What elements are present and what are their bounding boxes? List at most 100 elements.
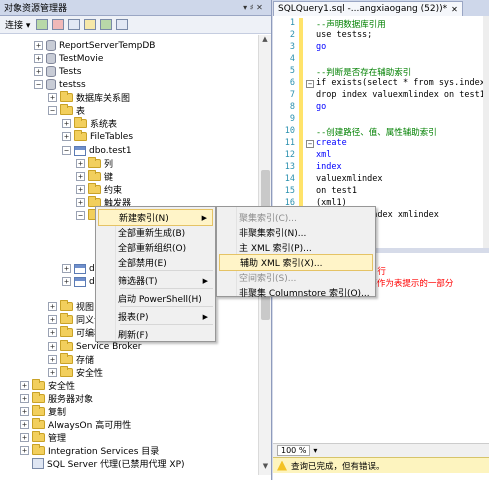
tree-item[interactable]: + 服务器对象 (20, 392, 93, 405)
code-line[interactable]: index (316, 162, 342, 172)
expand-icon[interactable]: + (20, 420, 29, 429)
tree-item[interactable]: + 系统表 (62, 117, 117, 130)
expand-icon[interactable]: + (48, 93, 57, 102)
expand-icon[interactable]: + (62, 277, 71, 286)
menu-item-label: 主 XML 索引(P)... (239, 244, 312, 254)
code-line[interactable]: xml (316, 150, 331, 160)
submenu-arrow-icon: ▶ (202, 312, 208, 321)
code-line[interactable]: --判断是否存在辅助索引 (316, 66, 411, 78)
tree-item[interactable]: + FileTables (62, 130, 133, 143)
menu-item[interactable]: 全部禁用(E) (98, 254, 213, 271)
expand-icon[interactable]: + (48, 355, 57, 364)
object-explorer-titlebar: 对象资源管理器 ▾ ♯ ✕ (0, 0, 271, 16)
collapse-icon[interactable]: − (34, 80, 43, 89)
code-line[interactable]: valuexmlindex (316, 174, 383, 184)
code-line[interactable]: go (316, 102, 326, 112)
tree-item[interactable]: + 键 (76, 170, 113, 183)
menu-item[interactable]: 非聚集 Columnstore 索引(O)... (219, 284, 373, 301)
tree-item[interactable]: + 复制 (20, 405, 66, 418)
menu-item-label: 刷新(F) (118, 331, 149, 341)
disconnect-icon[interactable] (52, 19, 65, 30)
expand-icon[interactable]: + (20, 407, 29, 416)
tree-item[interactable]: + 存储 (48, 353, 94, 366)
code-line[interactable]: if exists(select * from sys.indexes (316, 78, 483, 88)
expand-icon[interactable]: + (62, 119, 71, 128)
collapse-icon[interactable]: − (48, 106, 57, 115)
expand-icon[interactable]: + (34, 41, 43, 50)
folder-icon (32, 431, 45, 442)
code-line[interactable]: on test1 (316, 186, 357, 196)
expand-icon[interactable]: + (62, 264, 71, 273)
tree-item[interactable]: + 列 (76, 157, 113, 170)
tree-item[interactable]: + AlwaysOn 高可用性 (20, 418, 131, 431)
menu-item[interactable]: 筛选器(T) ▶ (98, 272, 213, 289)
code-line[interactable]: --创建路径、值、属性辅助索引 (316, 126, 437, 138)
expand-icon[interactable]: + (48, 302, 57, 311)
expand-icon[interactable]: + (76, 198, 85, 207)
stop-icon[interactable] (68, 19, 81, 30)
expand-icon[interactable]: + (76, 185, 85, 194)
expand-icon[interactable]: + (76, 172, 85, 181)
tree-item[interactable]: + TestMovie (34, 52, 103, 65)
expand-icon[interactable]: + (48, 315, 57, 324)
summary-icon[interactable] (116, 19, 129, 30)
menu-item-label: 非聚集索引(N)... (239, 229, 307, 239)
scroll-up-icon[interactable]: ▲ (259, 35, 271, 48)
tree-item[interactable]: − dbo.test1 (62, 144, 132, 157)
tree-item[interactable]: + Integration Services 目录 (20, 444, 159, 457)
expand-icon[interactable]: + (48, 328, 57, 337)
tree-item[interactable]: + 数据库关系图 (48, 91, 130, 104)
submenu-arrow-icon: ▶ (202, 276, 208, 285)
tree-item[interactable]: + Tests (34, 65, 81, 78)
tree-item[interactable]: + 视图 (48, 300, 94, 313)
expand-icon[interactable]: + (48, 342, 57, 351)
tree-item[interactable]: + 约束 (76, 183, 122, 196)
expand-icon[interactable]: + (48, 368, 57, 377)
menu-item-label: 报表(P) (118, 313, 149, 323)
zoom-select[interactable]: 100 % (277, 445, 311, 456)
fold-icon[interactable]: − (306, 140, 314, 148)
tree-item[interactable]: + ReportServerTempDB (34, 39, 155, 52)
expand-icon[interactable]: + (20, 446, 29, 455)
connect-icon[interactable] (36, 19, 49, 30)
code-line[interactable]: use testss; (316, 30, 372, 40)
line-number: 2 (289, 30, 295, 40)
code-line[interactable]: go (316, 42, 326, 52)
expand-icon[interactable]: + (34, 67, 43, 76)
change-marker (299, 150, 303, 162)
tree-item[interactable]: SQL Server 代理(已禁用代理 XP) (20, 457, 185, 470)
tree-item[interactable]: − 表 (48, 104, 85, 117)
menu-item[interactable]: 报表(P) ▶ (98, 308, 213, 325)
connect-button[interactable]: 连接 ▾ (3, 18, 32, 31)
expand-icon[interactable]: + (20, 381, 29, 390)
menu-item[interactable]: 刷新(F) (98, 326, 213, 343)
tab-sqlquery1[interactable]: SQLQuery1.sql -...angxiaogang (52))* ✕ (273, 1, 463, 16)
expand-icon[interactable]: + (62, 132, 71, 141)
tree-item[interactable]: + 安全性 (48, 366, 103, 379)
close-icon[interactable]: ✕ (451, 5, 458, 14)
expand-icon[interactable]: + (20, 394, 29, 403)
collapse-icon[interactable]: − (62, 146, 71, 155)
menu-item[interactable]: 启动 PowerShell(H) (98, 290, 213, 307)
collapse-icon[interactable]: − (76, 211, 85, 220)
tree-item[interactable]: − testss (34, 78, 86, 91)
expand-icon[interactable]: + (34, 54, 43, 63)
tree-item[interactable]: + 管理 (20, 431, 66, 444)
panel-pin-controls[interactable]: ▾ ♯ ✕ (235, 3, 271, 12)
table-icon (74, 145, 86, 156)
expand-icon[interactable]: + (20, 433, 29, 442)
fold-icon[interactable]: − (306, 80, 314, 88)
editor-scrollbar[interactable] (483, 16, 489, 248)
filter-icon[interactable] (84, 19, 97, 30)
folder-icon (60, 326, 73, 337)
code-line[interactable]: --声明数据库引用 (316, 18, 386, 30)
tree-item[interactable]: + 安全性 (20, 379, 75, 392)
code-line[interactable]: drop index valuexmlindex on test1 wi (316, 90, 483, 100)
expand-icon[interactable]: + (76, 159, 85, 168)
menu-item-label: 非聚集 Columnstore 索引(O)... (239, 289, 370, 299)
code-line[interactable]: create (316, 138, 347, 148)
scroll-down-icon[interactable]: ▼ (259, 462, 272, 475)
expand-icon[interactable] (20, 459, 29, 468)
refresh-icon[interactable] (100, 19, 113, 30)
chevron-down-icon[interactable]: ▾ (313, 446, 317, 455)
